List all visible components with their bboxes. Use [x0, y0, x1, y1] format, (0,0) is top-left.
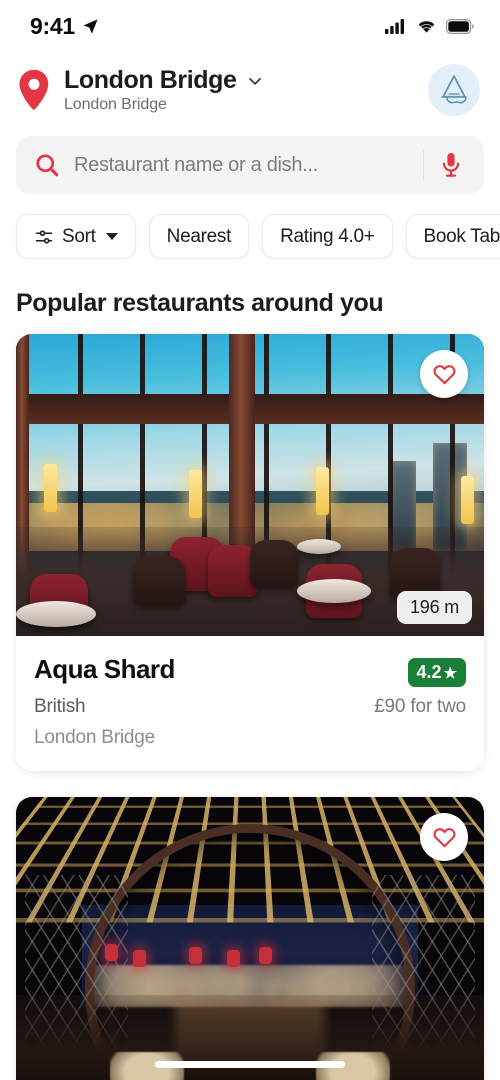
location-text-block: London Bridge London Bridge	[64, 66, 416, 114]
restaurant-list: 196 m Aqua Shard 4.2 ★ British £90 for t…	[0, 318, 500, 1080]
filter-chip-nearest[interactable]: Nearest	[148, 214, 250, 259]
home-indicator-bar	[155, 1061, 345, 1068]
filter-chip-book-table-label: Book Table	[423, 225, 500, 247]
search-icon	[34, 152, 60, 178]
filter-chips-row[interactable]: Sort Nearest Rating 4.0+ Book Table C	[0, 194, 500, 259]
location-subtitle: London Bridge	[64, 96, 167, 113]
photo-lantern	[133, 950, 146, 967]
profile-avatar-icon[interactable]	[428, 64, 480, 116]
heart-outline-icon	[433, 827, 455, 848]
photo-floor-glow	[175, 1001, 325, 1080]
restaurant-card[interactable]	[16, 797, 484, 1080]
search-section	[0, 122, 500, 194]
restaurant-meta-row: British £90 for two	[34, 696, 466, 718]
status-bar-right	[385, 18, 474, 34]
favorite-button[interactable]	[420, 350, 468, 398]
section-title: Popular restaurants around you	[16, 289, 384, 317]
location-arrow-icon	[83, 18, 98, 34]
battery-full-icon	[446, 18, 474, 34]
avatar-cone-glyph	[441, 75, 467, 104]
filter-chip-sort[interactable]: Sort	[16, 214, 136, 259]
photo-lantern	[104, 944, 118, 961]
filter-chip-sort-label: Sort	[62, 225, 96, 247]
restaurant-photo[interactable]: 196 m	[16, 334, 484, 636]
favorite-button[interactable]	[420, 813, 468, 861]
search-bar[interactable]	[16, 136, 484, 194]
cellular-signal-icon	[385, 19, 404, 34]
star-icon: ★	[443, 664, 457, 682]
photo-lantern	[189, 947, 203, 964]
photo-pendant-lamp	[44, 463, 58, 512]
photo-table	[16, 600, 96, 627]
restaurant-cuisine: British	[34, 696, 86, 717]
filter-chip-rating[interactable]: Rating 4.0+	[262, 214, 393, 259]
chevron-down-icon[interactable]	[245, 71, 265, 91]
status-bar: 9:41	[0, 0, 500, 52]
heart-outline-icon	[433, 364, 455, 385]
photo-chair	[133, 555, 185, 606]
photo-pendant-lamp	[315, 466, 329, 515]
location-title: London Bridge	[64, 66, 237, 94]
filter-chip-nearest-label: Nearest	[166, 225, 232, 247]
microphone-glyph	[442, 153, 460, 177]
microphone-icon[interactable]	[424, 151, 478, 179]
location-pin-icon	[16, 69, 52, 111]
status-bar-left: 9:41	[30, 13, 99, 40]
search-glyph	[36, 154, 59, 177]
sliders-icon	[35, 229, 53, 244]
search-input[interactable]	[60, 153, 423, 177]
filter-chip-rating-label: Rating 4.0+	[280, 225, 375, 247]
restaurant-card[interactable]: 196 m Aqua Shard 4.2 ★ British £90 for t…	[16, 334, 484, 771]
wifi-icon	[418, 21, 435, 33]
photo-pendant-lamp	[189, 469, 203, 518]
restaurant-info: Aqua Shard 4.2 ★ British £90 for two Lon…	[16, 636, 484, 771]
restaurant-name-row: Aqua Shard 4.2 ★	[34, 654, 466, 687]
location-header[interactable]: London Bridge London Bridge	[0, 52, 500, 122]
app-screen: 9:41 London Bridge London Bridge Restaur…	[0, 0, 500, 1080]
photo-lantern	[259, 947, 273, 964]
restaurant-price: £90 for two	[374, 696, 466, 717]
location-title-row[interactable]: London Bridge	[64, 66, 416, 95]
rating-badge: 4.2 ★	[407, 658, 466, 687]
chevron-down-icon	[105, 233, 118, 240]
restaurant-locality: London Bridge	[34, 727, 156, 748]
photo-pendant-lamp	[460, 475, 474, 524]
distance-badge: 196 m	[396, 591, 472, 624]
restaurant-photo[interactable]	[16, 797, 484, 1080]
filter-chip-book-table[interactable]: Book Table	[405, 214, 500, 259]
photo-lantern	[226, 950, 240, 967]
location-pin-glyph	[19, 69, 49, 110]
photo-table	[296, 578, 371, 603]
dark-interior-photo	[16, 797, 484, 1080]
status-bar-time: 9:41	[30, 12, 75, 39]
rating-value: 4.2	[416, 662, 442, 682]
restaurant-name: Aqua Shard	[34, 654, 175, 684]
photo-chair	[250, 539, 298, 588]
